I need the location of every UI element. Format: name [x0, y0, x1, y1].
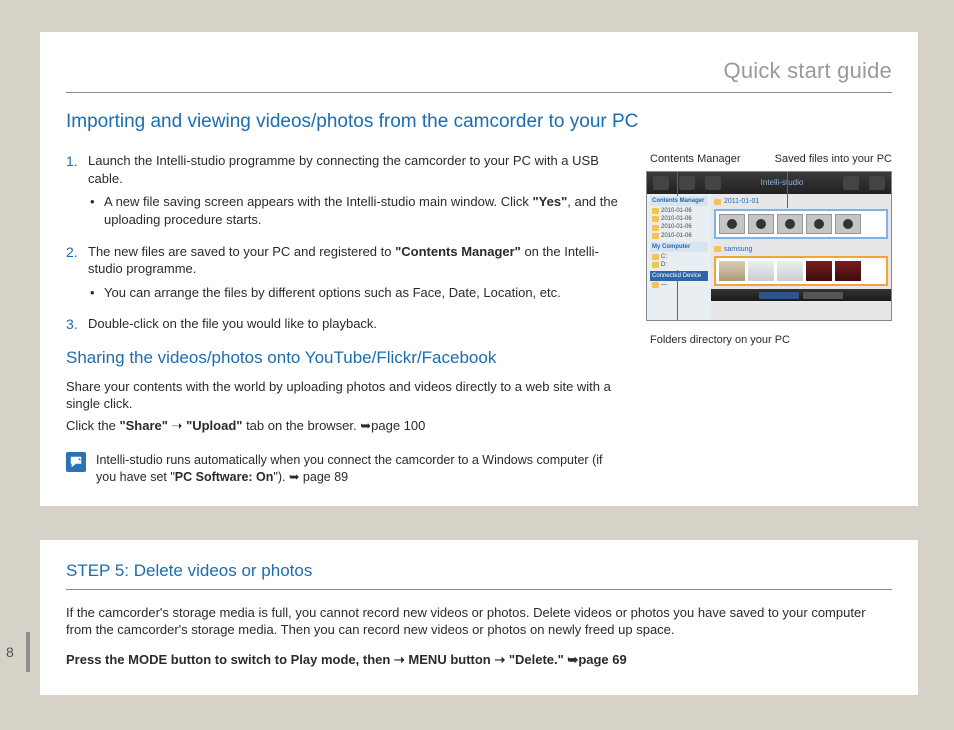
- screenshot-labels-top: Contents Manager Saved files into your P…: [646, 152, 892, 167]
- step-3: 3. Double-click on the file you would li…: [66, 315, 626, 333]
- step-number: 3.: [66, 315, 78, 334]
- topbar-button-icon: [705, 176, 721, 190]
- two-column-layout: 1. Launch the Intelli-studio programme b…: [66, 152, 892, 486]
- app-footer: [711, 289, 891, 301]
- video-thumb-icon: [777, 214, 803, 234]
- note-bold: PC Software: On: [175, 470, 274, 484]
- content-area: 2011-01-01 samsung: [711, 194, 891, 321]
- device-folder: —: [650, 281, 708, 289]
- step-1-bullet-pre: A new file saving screen appears with th…: [104, 194, 533, 209]
- step-2-bold: "Contents Manager": [395, 244, 521, 259]
- photo-thumb-icon: [806, 261, 832, 281]
- subheading-sharing: Sharing the videos/photos onto YouTube/F…: [66, 347, 626, 370]
- divider: [66, 92, 892, 93]
- note-box: Intelli-studio runs automatically when y…: [66, 452, 626, 486]
- video-thumb-icon: [719, 214, 745, 234]
- share-post: tab on the browser. ➥page 100: [242, 418, 425, 433]
- sidebar-connected-device: Connected Device: [650, 271, 708, 281]
- sidebar: Contents Manager 2010-01-06 2010-01-06 2…: [647, 194, 711, 321]
- video-thumb-icon: [806, 214, 832, 234]
- photo-thumb-icon: [719, 261, 745, 281]
- right-column: Contents Manager Saved files into your P…: [646, 152, 892, 486]
- label-contents-manager: Contents Manager: [646, 152, 741, 167]
- divider: [66, 589, 892, 590]
- panel-date-title: 2011-01-01: [714, 197, 888, 206]
- section-heading: Importing and viewing videos/photos from…: [66, 109, 892, 135]
- date-folder: 2010-01-06: [650, 215, 708, 223]
- label-folders-directory: Folders directory on your PC: [646, 333, 892, 348]
- step-1: 1. Launch the Intelli-studio programme b…: [66, 152, 626, 228]
- callout-line: [677, 270, 678, 320]
- drive-folder: D:: [650, 261, 708, 269]
- app-title: Intelli-studio: [731, 178, 833, 189]
- sharing-body-1: Share your contents with the world by up…: [66, 378, 626, 413]
- footer-button-icon: [759, 292, 799, 299]
- topbar-button-icon: [653, 176, 669, 190]
- step5-bold-line: Press the MODE button to switch to Play …: [66, 651, 892, 669]
- photo-thumb-icon: [748, 261, 774, 281]
- sidebar-my-computer: My Computer: [650, 242, 708, 252]
- share-arrow: ➝: [168, 418, 186, 433]
- step-1-text: Launch the Intelli-studio programme by c…: [88, 153, 599, 186]
- date-folder: 2010-01-06: [650, 207, 708, 215]
- page-number: 8: [6, 643, 18, 662]
- step-1-bullet-bold: "Yes": [533, 194, 568, 209]
- page-number-block: 8: [6, 632, 30, 672]
- intelli-studio-screenshot: Intelli-studio Contents Manager 2010-01-…: [646, 171, 892, 321]
- note-text: Intelli-studio runs automatically when y…: [96, 452, 626, 486]
- step-3-text: Double-click on the file you would like …: [88, 316, 377, 331]
- video-thumb-icon: [748, 214, 774, 234]
- footer-button-icon: [803, 292, 843, 299]
- photo-thumb-icon: [835, 261, 861, 281]
- note-pre: Intelli-studio runs automatically when y…: [96, 453, 602, 484]
- step-2-bullet: You can arrange the files by different o…: [88, 284, 626, 302]
- photo-thumb-icon: [777, 261, 803, 281]
- chapter-title: Quick start guide: [66, 56, 892, 86]
- step-2-pre: The new files are saved to your PC and r…: [88, 244, 395, 259]
- date-folder: 2010-01-06: [650, 232, 708, 240]
- app-topbar: Intelli-studio: [647, 172, 891, 194]
- page-body: Quick start guide Importing and viewing …: [40, 32, 918, 506]
- share-bold-1: "Share": [119, 418, 167, 433]
- page-number-bar-icon: [26, 632, 30, 672]
- callout-line: [787, 172, 788, 208]
- step-number: 1.: [66, 152, 78, 171]
- topbar-button-icon: [679, 176, 695, 190]
- video-thumb-icon: [835, 214, 861, 234]
- share-pre: Click the: [66, 418, 119, 433]
- video-thumbnails: [714, 209, 888, 239]
- panel-folder-title: samsung: [714, 245, 888, 254]
- sidebar-contents-manager: Contents Manager: [650, 196, 708, 206]
- share-bold-2: "Upload": [186, 418, 242, 433]
- step-1-bullet: A new file saving screen appears with th…: [88, 193, 626, 228]
- step-2: 2. The new files are saved to your PC an…: [66, 243, 626, 302]
- left-column: 1. Launch the Intelli-studio programme b…: [66, 152, 626, 486]
- note-post: "). ➥ page 89: [273, 470, 348, 484]
- date-folder: 2010-01-06: [650, 223, 708, 231]
- sharing-body-2: Click the "Share" ➝ "Upload" tab on the …: [66, 417, 626, 435]
- drive-folder: C:: [650, 253, 708, 261]
- step5-heading: STEP 5: Delete videos or photos: [66, 560, 892, 583]
- photo-thumbnails: [714, 256, 888, 286]
- numbered-steps: 1. Launch the Intelli-studio programme b…: [66, 152, 626, 332]
- topbar-button-icon: [869, 176, 885, 190]
- topbar-button-icon: [843, 176, 859, 190]
- step-number: 2.: [66, 243, 78, 262]
- step5-section: STEP 5: Delete videos or photos If the c…: [40, 540, 918, 695]
- callout-line: [677, 172, 678, 196]
- label-saved-files: Saved files into your PC: [775, 152, 892, 167]
- note-icon: [66, 452, 86, 472]
- step5-body: If the camcorder's storage media is full…: [66, 604, 892, 639]
